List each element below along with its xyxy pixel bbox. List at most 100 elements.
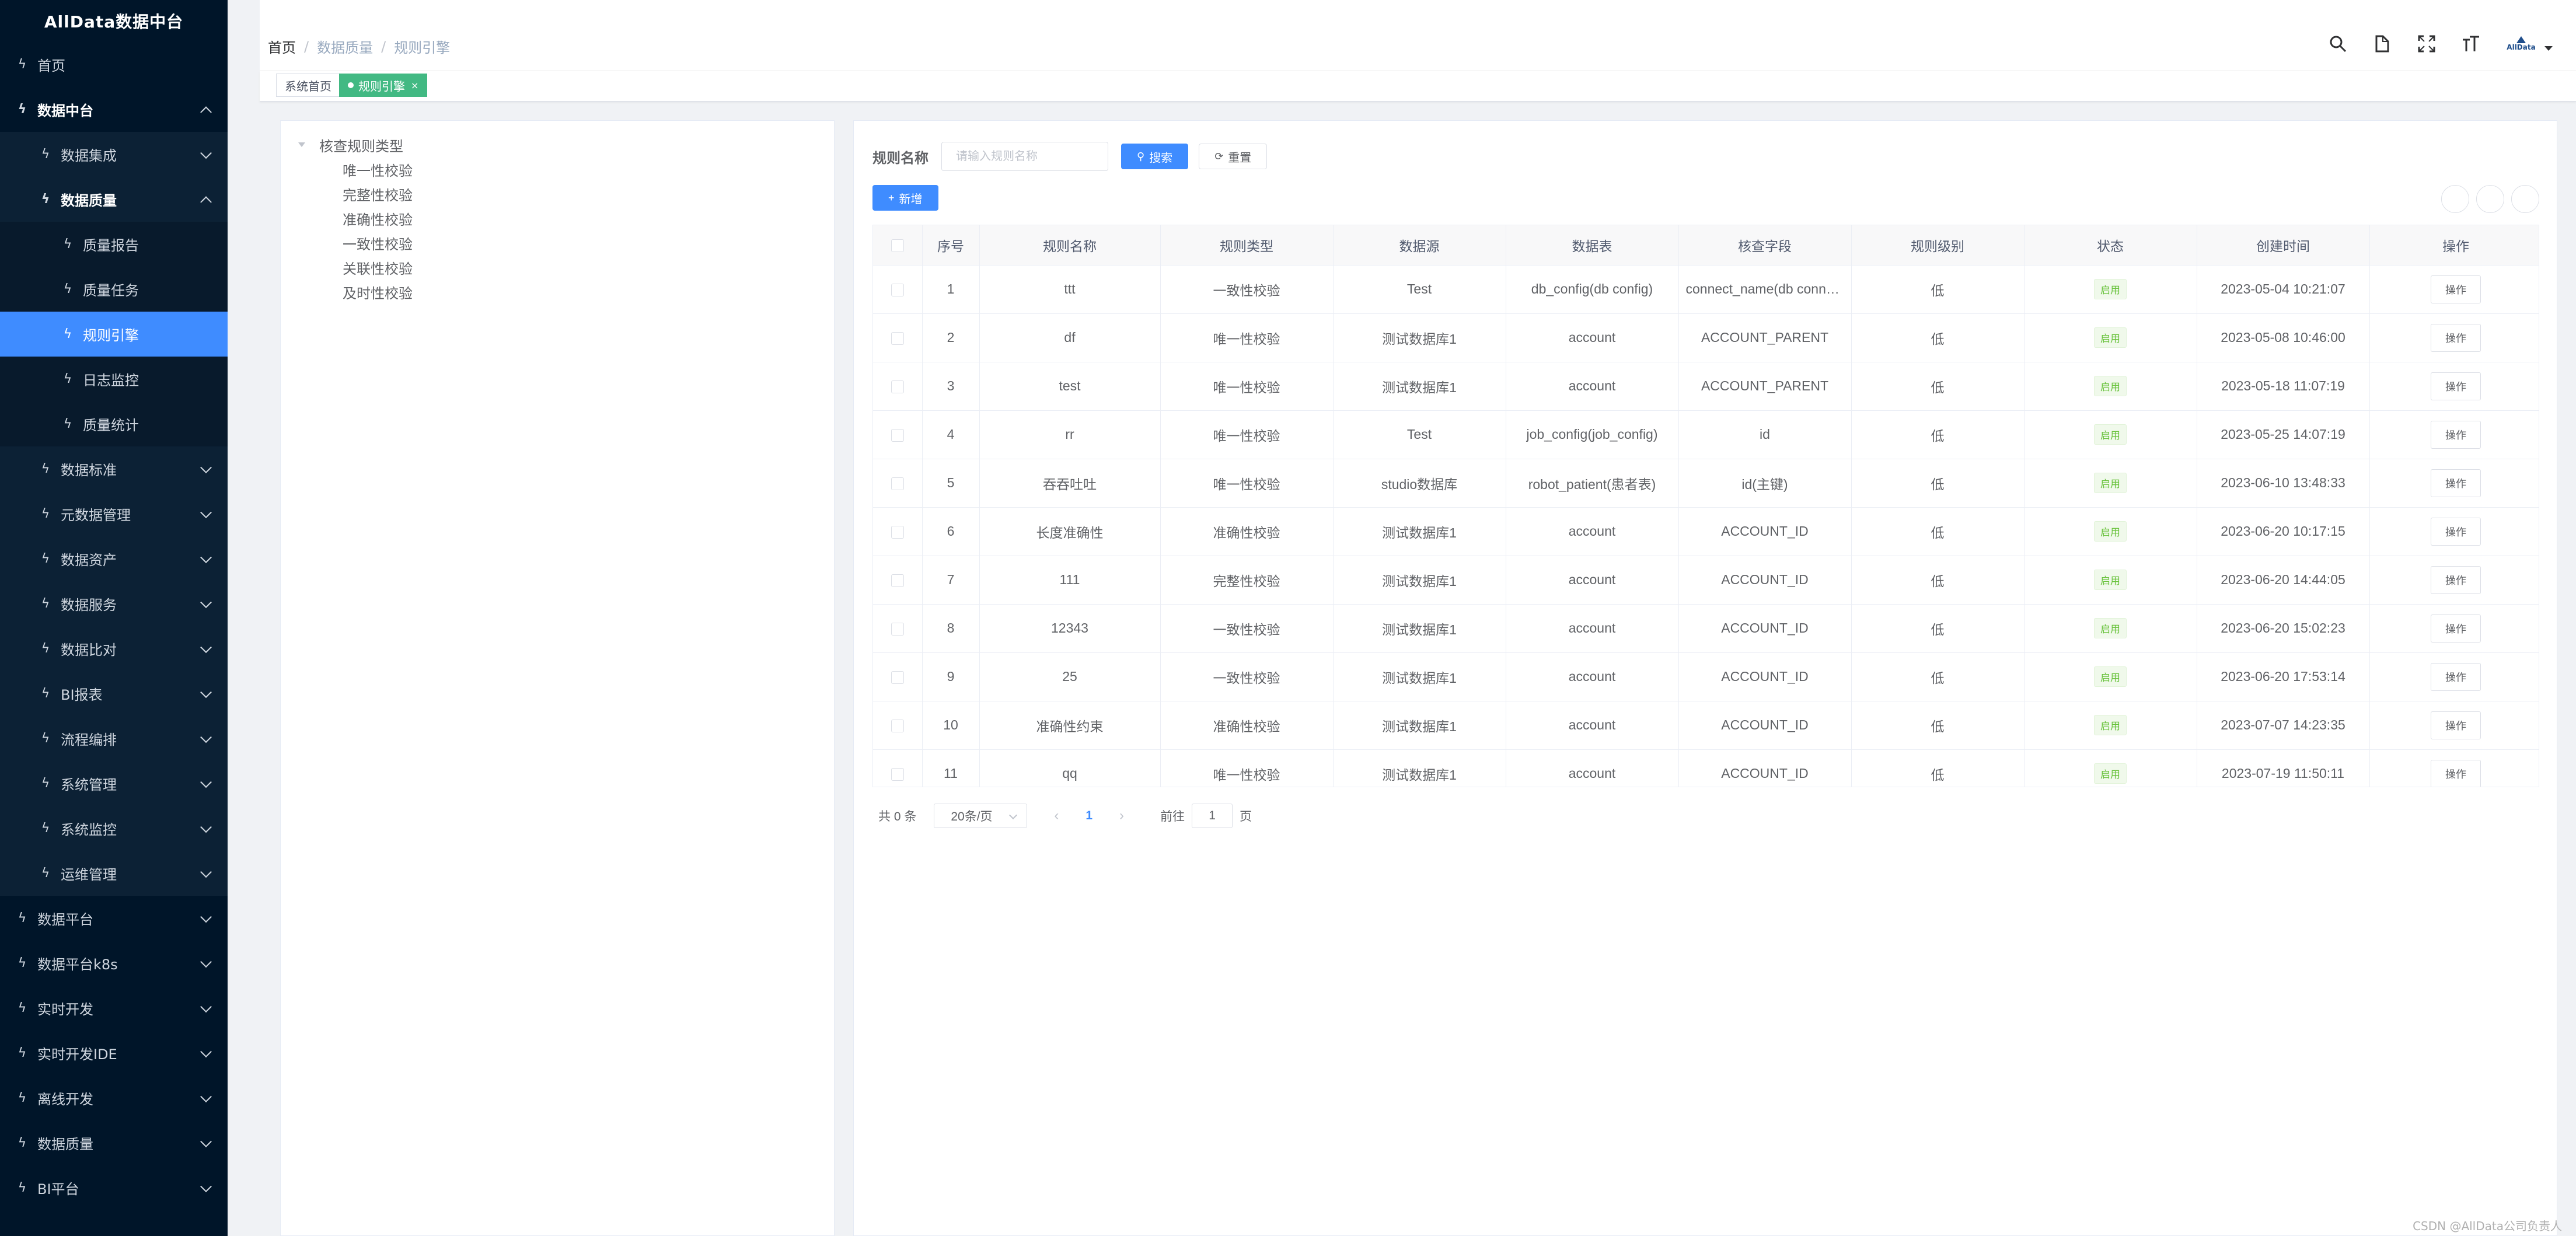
sidebar-item[interactable]: ϟ 系统监控 — [0, 806, 228, 851]
operation-button[interactable]: 操作 — [2431, 372, 2481, 400]
tree-node[interactable]: 一致性校验 — [295, 231, 820, 255]
tree-node[interactable]: 完整性校验 — [295, 181, 820, 206]
sidebar-item[interactable]: ϟ BI平台 — [0, 1165, 228, 1210]
sidebar-item[interactable]: ϟ 数据比对 — [0, 626, 228, 671]
tree-node[interactable]: 关联性校验 — [295, 255, 820, 280]
sidebar-item[interactable]: ϟ 日志监控 — [0, 357, 228, 401]
sidebar-item[interactable]: ϟ 流程编排 — [0, 716, 228, 761]
chevron-down-icon[interactable] — [200, 1000, 212, 1012]
refresh-button[interactable] — [2476, 185, 2504, 213]
sidebar-item[interactable]: ϟ 规则引擎 — [0, 312, 228, 357]
rule-name-input[interactable] — [941, 142, 1108, 171]
chevron-down-icon[interactable] — [200, 461, 212, 473]
caret-down-icon[interactable] — [298, 142, 305, 147]
row-checkbox[interactable] — [891, 477, 904, 490]
sidebar-item[interactable]: ϟ 数据平台k8s — [0, 941, 228, 986]
close-icon[interactable]: × — [411, 80, 418, 91]
reset-button[interactable]: ⟳ 重置 — [1199, 144, 1268, 169]
add-button[interactable]: + 新增 — [872, 185, 938, 211]
row-checkbox[interactable] — [891, 428, 904, 442]
sidebar-item-label: 数据质量 — [37, 1136, 93, 1153]
font-size-icon[interactable] — [2459, 32, 2483, 55]
sidebar-item[interactable]: ϟ 元数据管理 — [0, 491, 228, 536]
sidebar-item[interactable]: ϟ BI报表 — [0, 671, 228, 716]
search-icon[interactable] — [2326, 32, 2350, 55]
sidebar-item[interactable]: ϟ 质量统计 — [0, 401, 228, 446]
sidebar-item[interactable]: ϟ 离线开发 — [0, 1076, 228, 1120]
goto-page-input[interactable] — [1192, 804, 1233, 828]
page-number[interactable]: 1 — [1085, 809, 1092, 823]
chevron-down-icon[interactable] — [200, 506, 212, 518]
chevron-up-icon[interactable] — [200, 106, 212, 118]
operation-button[interactable]: 操作 — [2431, 614, 2481, 643]
chevron-down-icon[interactable] — [200, 820, 212, 833]
page-size-select[interactable]: 20条/页 — [934, 804, 1028, 828]
sidebar-item[interactable]: ϟ 数据集成 — [0, 132, 228, 177]
caret-down-icon[interactable] — [2544, 46, 2553, 51]
sidebar-item[interactable]: ϟ 质量任务 — [0, 267, 228, 312]
prev-page-icon[interactable]: ‹ — [1054, 808, 1059, 824]
sidebar-item[interactable]: ϟ 数据标准 — [0, 446, 228, 491]
tree-node[interactable]: 准确性校验 — [295, 206, 820, 231]
row-checkbox[interactable] — [891, 671, 904, 684]
operation-button[interactable]: 操作 — [2431, 759, 2481, 787]
sidebar-item[interactable]: ϟ 运维管理 — [0, 851, 228, 896]
sidebar-item[interactable]: ϟ 数据服务 — [0, 581, 228, 626]
select-all-checkbox[interactable] — [891, 239, 904, 253]
sidebar-item[interactable]: ϟ 数据资产 — [0, 536, 228, 581]
sidebar-item[interactable]: ϟ 数据平台 — [0, 896, 228, 941]
tree-root[interactable]: 核查规则类型 — [295, 132, 820, 157]
sidebar-item[interactable]: ϟ 首页 — [0, 42, 228, 87]
chevron-down-icon[interactable] — [200, 910, 212, 923]
document-icon[interactable] — [2371, 32, 2394, 55]
chevron-down-icon[interactable] — [200, 776, 212, 788]
chevron-down-icon[interactable] — [200, 1045, 212, 1057]
search-button[interactable]: ⚲ 搜索 — [1121, 144, 1189, 169]
row-checkbox[interactable] — [891, 719, 904, 732]
tag-home[interactable]: 系统首页 — [276, 74, 340, 97]
operation-button[interactable]: 操作 — [2431, 565, 2481, 594]
fullscreen-icon[interactable] — [2415, 32, 2438, 55]
avatar[interactable]: AllData — [2504, 32, 2539, 55]
sidebar-item[interactable]: ϟ 数据质量 — [0, 177, 228, 222]
chevron-down-icon[interactable] — [200, 596, 212, 608]
sidebar-item[interactable]: ϟ 实时开发IDE — [0, 1031, 228, 1076]
chevron-up-icon[interactable] — [200, 195, 212, 208]
chevron-down-icon[interactable] — [200, 865, 212, 878]
sidebar-item[interactable]: ϟ 质量报告 — [0, 222, 228, 267]
operation-button[interactable]: 操作 — [2431, 662, 2481, 691]
chevron-down-icon[interactable] — [200, 551, 212, 563]
columns-button[interactable] — [2511, 185, 2539, 213]
chevron-down-icon[interactable] — [200, 686, 212, 698]
tree-node[interactable]: 及时性校验 — [295, 280, 820, 304]
sidebar-item[interactable]: ϟ 系统管理 — [0, 761, 228, 806]
row-checkbox[interactable] — [891, 574, 904, 587]
row-checkbox[interactable] — [891, 331, 904, 345]
operation-button[interactable]: 操作 — [2431, 420, 2481, 449]
chevron-down-icon[interactable] — [200, 1180, 212, 1192]
tag-rule-engine[interactable]: 规则引擎 × — [339, 74, 428, 97]
chevron-down-icon[interactable] — [200, 955, 212, 968]
chevron-down-icon[interactable] — [200, 731, 212, 743]
operation-button[interactable]: 操作 — [2431, 517, 2481, 546]
breadcrumb-item-home[interactable]: 首页 — [268, 36, 296, 57]
row-checkbox[interactable] — [891, 380, 904, 393]
operation-button[interactable]: 操作 — [2431, 469, 2481, 497]
next-page-icon[interactable]: › — [1119, 808, 1124, 824]
row-checkbox[interactable] — [891, 525, 904, 539]
row-checkbox[interactable] — [891, 767, 904, 781]
toggle-search-button[interactable] — [2441, 185, 2469, 213]
operation-button[interactable]: 操作 — [2431, 711, 2481, 739]
sidebar-item[interactable]: ϟ 数据质量 — [0, 1120, 228, 1165]
row-checkbox[interactable] — [891, 283, 904, 296]
row-checkbox[interactable] — [891, 622, 904, 636]
chevron-down-icon[interactable] — [200, 641, 212, 653]
operation-button[interactable]: 操作 — [2431, 323, 2481, 352]
sidebar-item[interactable]: ϟ 实时开发 — [0, 986, 228, 1031]
tree-node[interactable]: 唯一性校验 — [295, 157, 820, 181]
chevron-down-icon[interactable] — [200, 1090, 212, 1102]
sidebar-item[interactable]: ϟ 数据中台 — [0, 87, 228, 132]
chevron-down-icon[interactable] — [200, 1135, 212, 1147]
operation-button[interactable]: 操作 — [2431, 275, 2481, 303]
chevron-down-icon[interactable] — [200, 146, 212, 159]
